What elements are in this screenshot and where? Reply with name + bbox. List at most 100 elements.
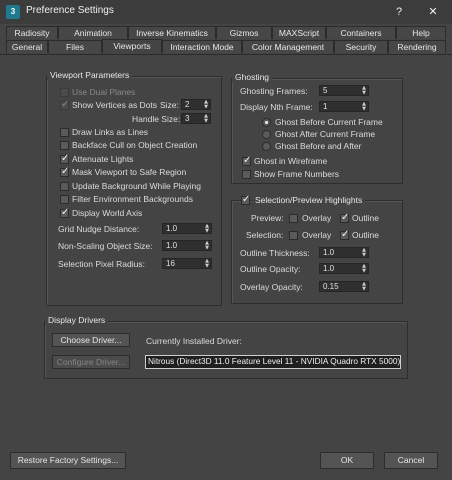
display-nth-frame-value: 1	[323, 102, 328, 111]
display-drivers-group	[44, 321, 408, 379]
pixel-radius-label: Selection Pixel Radius:	[58, 259, 145, 269]
attenuate-lights-checkbox[interactable]	[60, 153, 69, 164]
highlights-enable-checkbox[interactable]	[241, 194, 250, 205]
pixel-radius-value: 16	[166, 259, 175, 268]
attenuate-lights-label: Attenuate Lights	[72, 154, 134, 164]
highlights-title: Selection/Preview Highlights	[252, 195, 366, 205]
ghosting-frames-label: Ghosting Frames:	[240, 86, 308, 96]
mask-viewport-checkbox[interactable]	[60, 166, 69, 177]
handle-size-label: Handle Size:	[132, 114, 181, 124]
title-bar: 3 Preference Settings ? ✕	[0, 0, 452, 24]
filter-env-checkbox[interactable]	[60, 195, 69, 204]
help-button[interactable]: ?	[386, 2, 412, 22]
tab-security[interactable]: Security	[334, 40, 388, 53]
tab-inverse-kinematics[interactable]: Inverse Kinematics	[128, 26, 216, 39]
close-button[interactable]: ✕	[420, 2, 446, 22]
use-dual-planes-label: Use Dual Planes	[72, 87, 136, 97]
non-scaling-label: Non-Scaling Object Size:	[58, 241, 153, 251]
ghost-after-radio[interactable]	[262, 130, 271, 139]
tab-help[interactable]: Help	[396, 26, 446, 39]
choose-driver-button[interactable]: Choose Driver...	[52, 333, 130, 347]
tab-radiosity[interactable]: Radiosity	[6, 26, 58, 39]
ghost-wireframe-checkbox[interactable]	[242, 155, 251, 166]
size-value: 2	[185, 100, 190, 109]
tab-rendering[interactable]: Rendering	[388, 40, 446, 53]
ghost-after-label: Ghost After Current Frame	[275, 129, 376, 139]
spinner-arrows-icon[interactable]: ▲ ▼	[203, 100, 209, 110]
update-background-checkbox[interactable]	[60, 182, 69, 191]
ghost-before-label: Ghost Before Current Frame	[275, 117, 383, 127]
grid-nudge-value: 1.0	[166, 224, 178, 233]
tab-interaction-mode[interactable]: Interaction Mode	[162, 40, 242, 53]
tab-divider	[0, 54, 452, 55]
non-scaling-spinner[interactable]: 1.0 ▲ ▼	[162, 240, 212, 251]
selection-outline-checkbox[interactable]	[340, 229, 349, 240]
spinner-arrows-icon[interactable]: ▲ ▼	[204, 224, 210, 234]
ghost-both-label: Ghost Before and After	[275, 141, 362, 151]
outline-opacity-spinner[interactable]: 1.0 ▲ ▼	[319, 263, 369, 274]
ghosting-frames-value: 5	[323, 86, 328, 95]
show-frame-numbers-checkbox[interactable]	[242, 170, 251, 179]
draw-links-checkbox[interactable]	[60, 128, 69, 137]
outline-opacity-label: Outline Opacity:	[240, 264, 301, 274]
selection-outline-label: Outline	[352, 230, 379, 240]
pixel-radius-spinner[interactable]: 16 ▲ ▼	[162, 258, 212, 269]
spinner-arrows-icon[interactable]: ▲ ▼	[361, 86, 367, 96]
cancel-button[interactable]: Cancel	[384, 452, 438, 469]
update-background-label: Update Background While Playing	[72, 181, 201, 191]
spinner-arrows-icon[interactable]: ▲ ▼	[204, 241, 210, 251]
tab-row-2: General Files Viewports Interaction Mode…	[0, 39, 452, 54]
backface-cull-checkbox[interactable]	[60, 141, 69, 150]
selection-overlay-checkbox[interactable]	[289, 231, 298, 240]
spinner-arrows-icon[interactable]: ▲ ▼	[203, 114, 209, 124]
outline-opacity-value: 1.0	[323, 264, 335, 273]
tab-general[interactable]: General	[6, 40, 48, 53]
ghosting-frames-spinner[interactable]: 5 ▲ ▼	[319, 85, 369, 96]
viewport-parameters-group	[46, 76, 222, 306]
display-world-axis-checkbox[interactable]	[60, 207, 69, 218]
installed-driver-label: Currently Installed Driver:	[146, 336, 242, 346]
spinner-arrows-icon[interactable]: ▲ ▼	[361, 264, 367, 274]
ghost-before-radio[interactable]	[262, 118, 271, 127]
use-dual-planes-checkbox[interactable]	[60, 88, 69, 97]
tab-gizmos[interactable]: Gizmos	[216, 26, 272, 39]
tab-color-management[interactable]: Color Management	[242, 40, 334, 53]
size-label: Size:	[160, 100, 179, 110]
show-vertices-checkbox[interactable]	[60, 99, 69, 110]
backface-cull-label: Backface Cull on Object Creation	[72, 140, 198, 150]
ghost-both-radio[interactable]	[262, 142, 271, 151]
selection-label: Selection:	[246, 230, 284, 240]
display-drivers-title: Display Drivers	[45, 315, 109, 325]
ghost-wireframe-label: Ghost in Wireframe	[254, 156, 328, 166]
restore-factory-settings-button[interactable]: Restore Factory Settings...	[10, 452, 126, 469]
show-frame-numbers-label: Show Frame Numbers	[254, 169, 340, 179]
spinner-arrows-icon[interactable]: ▲ ▼	[204, 259, 210, 269]
installed-driver-field: Nitrous (Direct3D 11.0 Feature Level 11 …	[145, 355, 401, 369]
size-spinner[interactable]: 2 ▲ ▼	[181, 99, 211, 110]
grid-nudge-spinner[interactable]: 1.0 ▲ ▼	[162, 223, 212, 234]
app-icon: 3	[6, 5, 20, 19]
preview-overlay-checkbox[interactable]	[289, 214, 298, 223]
display-nth-frame-spinner[interactable]: 1 ▲ ▼	[319, 101, 369, 112]
tab-viewports[interactable]: Viewports	[102, 39, 162, 53]
viewport-parameters-title: Viewport Parameters	[47, 70, 133, 80]
configure-driver-button[interactable]: Configure Driver...	[52, 355, 130, 369]
outline-thickness-spinner[interactable]: 1.0 ▲ ▼	[319, 247, 369, 258]
preview-outline-label: Outline	[352, 213, 379, 223]
tab-containers[interactable]: Containers	[326, 26, 396, 39]
handle-size-spinner[interactable]: 3 ▲ ▼	[181, 113, 211, 124]
overlay-opacity-spinner[interactable]: 0.15 ▲ ▼	[319, 281, 369, 292]
draw-links-label: Draw Links as Lines	[72, 127, 149, 137]
show-vertices-label: Show Vertices as Dots	[72, 100, 158, 110]
selection-overlay-label: Overlay	[302, 230, 332, 240]
preview-outline-checkbox[interactable]	[340, 212, 349, 223]
tab-files[interactable]: Files	[48, 40, 102, 53]
spinner-arrows-icon[interactable]: ▲ ▼	[361, 102, 367, 112]
spinner-arrows-icon[interactable]: ▲ ▼	[361, 282, 367, 292]
ok-button[interactable]: OK	[320, 452, 374, 469]
tab-animation[interactable]: Animation	[58, 26, 128, 39]
spinner-arrows-icon[interactable]: ▲ ▼	[361, 248, 367, 258]
tab-maxscript[interactable]: MAXScript	[272, 26, 326, 39]
tab-row-1: Radiosity Animation Inverse Kinematics G…	[0, 26, 452, 40]
mask-viewport-label: Mask Viewport to Safe Region	[72, 167, 187, 177]
